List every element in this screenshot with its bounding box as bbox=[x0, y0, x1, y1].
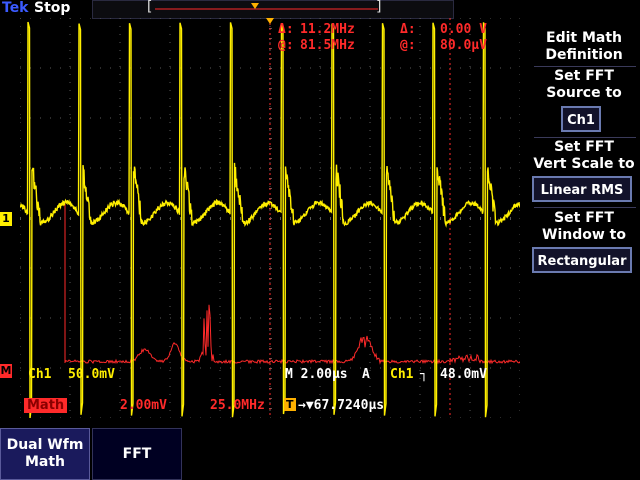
math-freq-div: 25.0MHz bbox=[210, 398, 265, 413]
timebase-readout: M 2.00μs bbox=[285, 367, 348, 382]
cursor-delta-volt-label: Δ: bbox=[400, 22, 416, 37]
window-label-1: Set FFT bbox=[528, 210, 640, 227]
trigger-position: →▼67.7240μs bbox=[298, 398, 384, 413]
run-state: Stop bbox=[34, 0, 70, 16]
trigger-slope-icon: ┐ bbox=[420, 367, 428, 382]
cursor-delta-volt: 0.00 V bbox=[440, 22, 487, 37]
math-ground-marker[interactable]: M bbox=[0, 364, 12, 378]
dual-wfm-label-2: Math bbox=[1, 454, 89, 471]
cursor-at-volt: 80.0μV bbox=[440, 38, 487, 53]
window-button[interactable]: Rectangular bbox=[532, 247, 632, 273]
cursor-delta-freq: 11.2MHz bbox=[300, 22, 355, 37]
record-view-line bbox=[93, 1, 453, 18]
cursor-delta-label: Δ: bbox=[278, 22, 294, 37]
cursor-at-volt-label: @: bbox=[400, 38, 416, 53]
ch1-label: Ch1 bbox=[28, 367, 51, 382]
vert-scale-label-2: Vert Scale to bbox=[528, 156, 640, 173]
bottom-menu: Dual Wfm Math FFT bbox=[0, 428, 640, 480]
trigger-mode: A bbox=[362, 367, 370, 382]
trigger-level: 48.0mV bbox=[440, 367, 487, 382]
menu-divider bbox=[534, 66, 636, 67]
record-view-bar: [ ] bbox=[92, 0, 454, 19]
cursor-at-freq: 81.5MHz bbox=[300, 38, 355, 53]
fft-source-label-2: Source to bbox=[528, 85, 640, 102]
brand-label: Tek bbox=[2, 0, 29, 16]
trigger-badge: T bbox=[284, 398, 296, 411]
math-scale: 2.00mV bbox=[120, 398, 167, 413]
window-label-2: Window to bbox=[528, 227, 640, 244]
menu-title-1: Edit Math bbox=[528, 30, 640, 47]
menu-divider bbox=[534, 137, 636, 138]
cursor-at-label: @: bbox=[278, 38, 294, 53]
fft-button[interactable]: FFT bbox=[92, 428, 182, 480]
vert-scale-button[interactable]: Linear RMS bbox=[532, 176, 632, 202]
fft-source-button[interactable]: Ch1 bbox=[561, 106, 601, 132]
waveform-display[interactable] bbox=[20, 18, 520, 418]
ch1-scale: 50.0mV bbox=[68, 367, 115, 382]
menu-divider bbox=[534, 207, 636, 208]
trigger-source: Ch1 bbox=[390, 367, 413, 382]
menu-title-2: Definition bbox=[528, 47, 640, 64]
status-bar: Tek Stop [ ] bbox=[0, 0, 520, 18]
dual-wfm-math-button[interactable]: Dual Wfm Math bbox=[0, 428, 90, 480]
ch1-ground-marker[interactable]: 1 bbox=[0, 212, 12, 226]
math-badge: Math bbox=[24, 398, 67, 413]
vert-scale-label-1: Set FFT bbox=[528, 139, 640, 156]
dual-wfm-label-1: Dual Wfm bbox=[1, 437, 89, 454]
trigger-position-icon bbox=[251, 3, 259, 9]
fft-source-label-1: Set FFT bbox=[528, 68, 640, 85]
